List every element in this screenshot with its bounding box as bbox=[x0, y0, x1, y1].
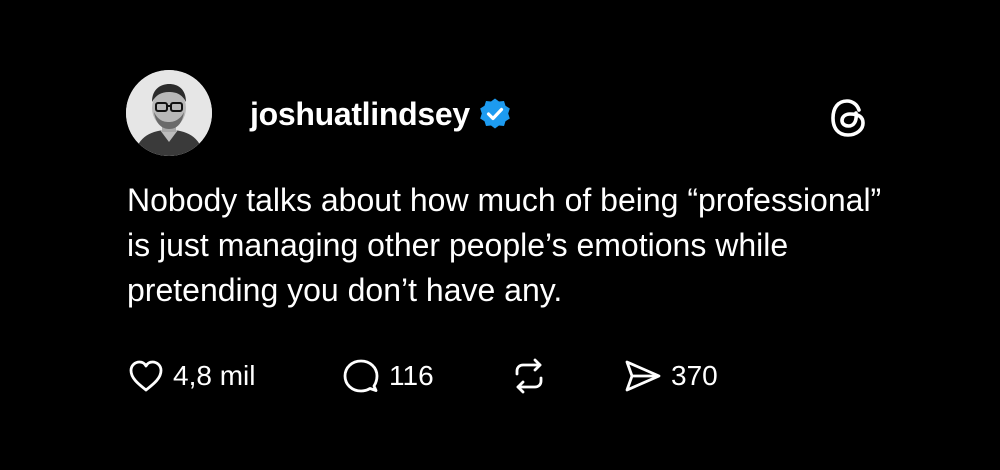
post-text: Nobody talks about how much of being “pr… bbox=[127, 182, 882, 308]
avatar-photo bbox=[126, 70, 212, 156]
reply-button[interactable]: 116 bbox=[341, 354, 434, 398]
like-count: 4,8 mil bbox=[173, 360, 256, 391]
threads-logo-icon[interactable] bbox=[826, 95, 872, 141]
share-button[interactable]: 370 bbox=[623, 354, 718, 398]
username[interactable]: joshuatlindsey bbox=[250, 92, 470, 136]
threads-post-card: joshuatlindsey Nobody talks about how mu… bbox=[0, 0, 1000, 470]
heart-icon bbox=[127, 357, 165, 395]
repost-button[interactable] bbox=[509, 354, 549, 398]
share-count: 370 bbox=[671, 360, 718, 391]
speech-bubble-icon bbox=[341, 356, 381, 396]
paper-plane-icon bbox=[623, 356, 663, 396]
verified-badge-icon bbox=[478, 97, 512, 131]
reply-count: 116 bbox=[389, 360, 434, 391]
like-button[interactable]: 4,8 mil bbox=[127, 354, 255, 398]
repost-arrows-icon bbox=[509, 356, 549, 396]
username-row: joshuatlindsey bbox=[250, 92, 512, 136]
avatar[interactable] bbox=[126, 70, 212, 156]
